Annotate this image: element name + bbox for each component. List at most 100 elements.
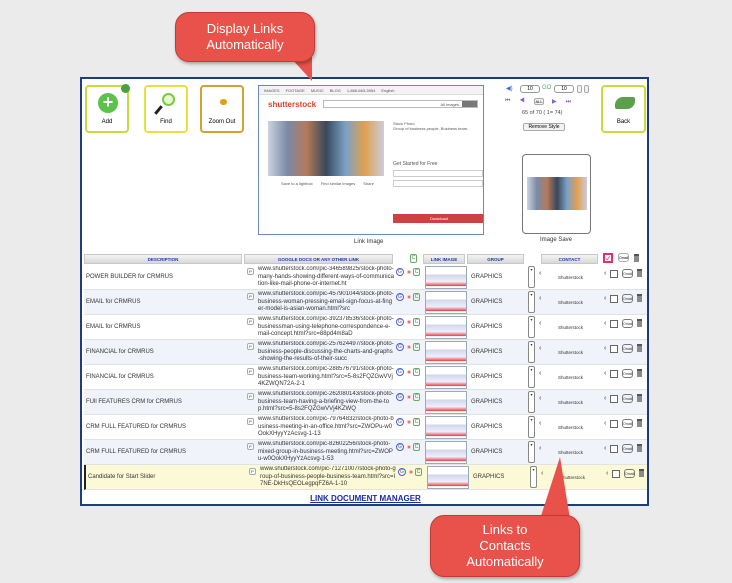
copy-icon[interactable]: C bbox=[413, 443, 420, 451]
row-description[interactable]: EMAIL for CRMRUS bbox=[86, 324, 241, 330]
google-icon[interactable]: G bbox=[396, 368, 404, 376]
chevron-left-icon[interactable]: ‹ bbox=[539, 395, 541, 402]
omail-all-button[interactable]: Omail bbox=[618, 253, 629, 262]
chevron-left-icon[interactable]: ‹ bbox=[604, 295, 606, 302]
trash-icon[interactable] bbox=[637, 369, 642, 377]
google-icon[interactable]: G bbox=[396, 393, 404, 401]
row-contact[interactable]: Shutterstock bbox=[558, 300, 583, 305]
table-row[interactable]: FINANCIAL for CRMRUS P www.shutterstock.… bbox=[84, 340, 647, 365]
group-select[interactable]: ▾ bbox=[528, 341, 535, 363]
trash-icon[interactable] bbox=[637, 344, 642, 352]
omail-button[interactable]: Omail bbox=[622, 444, 633, 453]
spinner-up[interactable] bbox=[584, 85, 589, 93]
row-link[interactable]: www.shutterstock.com/pic-257624497/stock… bbox=[258, 341, 394, 365]
preview-button[interactable]: P bbox=[247, 318, 254, 325]
chevron-left-icon[interactable]: ‹ bbox=[539, 295, 541, 302]
last-page-icon[interactable]: ⏭ bbox=[566, 99, 580, 105]
row-checkbox[interactable] bbox=[610, 320, 618, 328]
google-icon[interactable]: G bbox=[398, 468, 406, 476]
trash-icon[interactable] bbox=[639, 469, 644, 477]
trash-icon[interactable] bbox=[637, 294, 642, 302]
link-image-thumbnail[interactable] bbox=[425, 291, 467, 314]
row-link[interactable]: www.shutterstock.com/pic-82602256/stock-… bbox=[258, 441, 394, 465]
link-image-thumbnail[interactable] bbox=[425, 416, 467, 439]
row-description[interactable]: CRM FULL FEATURED for CRMRUS bbox=[86, 424, 241, 430]
row-contact[interactable]: Shutterstock bbox=[558, 350, 583, 355]
all-button[interactable]: ALL bbox=[534, 98, 544, 105]
omail-button[interactable]: Omail bbox=[622, 269, 633, 278]
row-checkbox[interactable] bbox=[610, 420, 618, 428]
status-dot-icon[interactable] bbox=[409, 470, 413, 474]
row-link[interactable]: www.shutterstock.com/pic-262080143/stock… bbox=[258, 391, 394, 415]
table-row[interactable]: EMAIL for CRMRUS P www.shutterstock.com/… bbox=[84, 290, 647, 315]
trash-icon[interactable] bbox=[637, 319, 642, 327]
omail-button[interactable]: Omail bbox=[624, 469, 635, 478]
link-image-thumbnail[interactable] bbox=[425, 366, 467, 389]
chevron-left-icon[interactable]: ‹ bbox=[539, 445, 541, 452]
header-group[interactable]: GROUP bbox=[467, 254, 524, 264]
select-all-checkbox[interactable]: ✓ bbox=[603, 253, 613, 263]
status-dot-icon[interactable] bbox=[407, 345, 411, 349]
find-button[interactable]: Find bbox=[144, 85, 188, 133]
link-image-thumbnail[interactable] bbox=[425, 391, 467, 414]
group-select[interactable]: ▾ bbox=[528, 266, 535, 288]
page-size-input[interactable]: 10 bbox=[520, 85, 540, 93]
copy-icon[interactable]: C bbox=[413, 393, 420, 401]
back-button[interactable]: Back bbox=[601, 85, 646, 133]
next-page-icon[interactable]: ▶ bbox=[552, 99, 566, 105]
row-link[interactable]: www.shutterstock.com/pic-288576791/stock… bbox=[258, 366, 394, 390]
preview-button[interactable]: P bbox=[247, 393, 254, 400]
omail-button[interactable]: Omail bbox=[622, 394, 633, 403]
row-contact[interactable]: Shutterstock bbox=[558, 400, 583, 405]
omail-button[interactable]: Omail bbox=[622, 419, 633, 428]
pager-nav[interactable]: ⏮◀ bbox=[505, 98, 534, 105]
group-select[interactable]: ▾ bbox=[528, 291, 535, 313]
row-link[interactable]: www.shutterstock.com/pic-79764832/stock-… bbox=[258, 416, 394, 440]
preview-button[interactable]: P bbox=[247, 293, 254, 300]
google-icon[interactable]: G bbox=[396, 293, 404, 301]
chevron-left-icon[interactable]: ‹ bbox=[604, 395, 606, 402]
row-description[interactable]: CRM FULL FEATURED for CRMRUS bbox=[86, 449, 241, 455]
chevron-left-icon[interactable]: ‹ bbox=[539, 420, 541, 427]
table-row[interactable]: FINANCIAL for CRMRUS P www.shutterstock.… bbox=[84, 365, 647, 390]
table-row[interactable]: CRM FULL FEATURED for CRMRUS P www.shutt… bbox=[84, 415, 647, 440]
row-checkbox[interactable] bbox=[610, 445, 618, 453]
row-link[interactable]: www.shutterstock.com/pic-346589825/stock… bbox=[258, 266, 394, 290]
chevron-left-icon[interactable]: ‹ bbox=[604, 345, 606, 352]
omail-button[interactable]: Omail bbox=[622, 294, 633, 303]
link-image-thumbnail[interactable] bbox=[425, 441, 467, 464]
status-dot-icon[interactable] bbox=[407, 295, 411, 299]
trash-icon[interactable] bbox=[637, 394, 642, 402]
copy-icon[interactable]: C bbox=[413, 343, 420, 351]
row-description[interactable]: FINANCIAL for CRMRUS bbox=[86, 349, 241, 355]
chevron-left-icon[interactable]: ‹ bbox=[539, 345, 541, 352]
add-button[interactable]: + Add bbox=[85, 84, 130, 133]
group-select[interactable]: ▾ bbox=[528, 391, 535, 413]
row-checkbox[interactable] bbox=[610, 395, 618, 403]
image-save-thumbnail[interactable] bbox=[522, 154, 591, 234]
row-link[interactable]: www.shutterstock.com/pic-71271007/stock-… bbox=[260, 466, 396, 490]
preview-button[interactable]: P bbox=[247, 418, 254, 425]
status-dot-icon[interactable] bbox=[407, 270, 411, 274]
chevron-left-icon[interactable]: ‹ bbox=[606, 470, 608, 477]
spinner-down[interactable] bbox=[577, 85, 582, 93]
status-dot-icon[interactable] bbox=[407, 320, 411, 324]
page-number-input[interactable]: 10 bbox=[554, 85, 574, 93]
header-link[interactable]: GOOGLE DOCS OR ANY OTHER LINK bbox=[244, 254, 393, 264]
preview-button[interactable]: P bbox=[247, 343, 254, 350]
row-checkbox[interactable] bbox=[610, 270, 618, 278]
table-row[interactable]: FUll FEATURES CRM for CRMRUS P www.shutt… bbox=[84, 390, 647, 415]
google-icon[interactable]: G bbox=[396, 443, 404, 451]
copy-icon[interactable]: C bbox=[413, 368, 420, 376]
header-contact[interactable]: CONTACT bbox=[541, 254, 598, 264]
copy-icon[interactable]: C bbox=[413, 293, 420, 301]
row-link[interactable]: www.shutterstock.com/pic-457901044/stock… bbox=[258, 291, 394, 315]
header-description[interactable]: DESCRIPTION bbox=[84, 254, 242, 264]
row-description[interactable]: Candidate for Start Slider bbox=[88, 474, 243, 480]
zoom-out-button[interactable]: Zoom Out bbox=[200, 85, 244, 133]
row-link[interactable]: www.shutterstock.com/pic-392378536/stock… bbox=[258, 316, 394, 340]
group-select[interactable]: ▾ bbox=[528, 316, 535, 338]
table-row[interactable]: POWER BUILDER for CRMRUS P www.shutterst… bbox=[84, 265, 647, 290]
link-image-thumbnail[interactable] bbox=[427, 466, 469, 489]
preview-button[interactable]: P bbox=[247, 368, 254, 375]
